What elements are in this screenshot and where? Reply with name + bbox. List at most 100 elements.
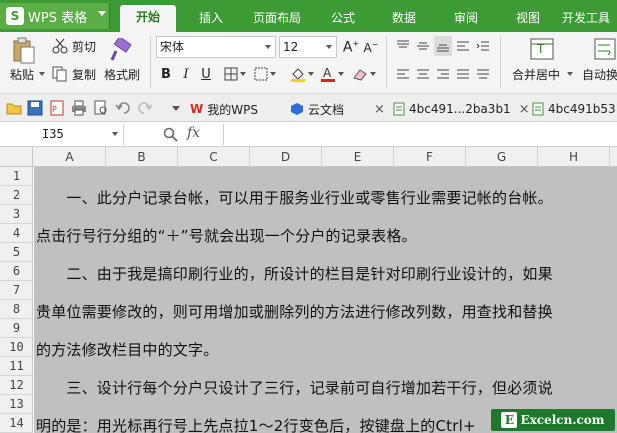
cell-style-button[interactable] xyxy=(252,64,278,84)
row-header[interactable]: 13 xyxy=(0,395,33,414)
chevron-down-icon[interactable] xyxy=(39,72,45,76)
row-header[interactable]: 1 xyxy=(0,167,33,186)
decrease-font-button[interactable]: A− xyxy=(362,37,380,57)
doc-tab-file-1[interactable]: 4bc491...2ba3b1 × xyxy=(393,97,530,121)
column-header[interactable]: C xyxy=(178,147,250,167)
distributed-button[interactable] xyxy=(474,64,492,84)
tab-view[interactable]: 视图 xyxy=(502,8,554,32)
print-icon[interactable] xyxy=(71,100,87,116)
print-preview-icon[interactable] xyxy=(93,100,109,116)
merged-text-cell[interactable]: 一、此分户记录台帐，可以用于服务业行业或零售行业需要记帐的台帐。 点击行号行分组… xyxy=(34,167,617,433)
row-header[interactable]: 6 xyxy=(0,262,33,281)
column-header[interactable]: G xyxy=(466,147,538,167)
tab-developer[interactable]: 开发工具 xyxy=(562,8,617,32)
text-line: 贵单位需要修改的，则可用增加或删除列的方法进行修改列数，用查找和替换 xyxy=(36,303,553,321)
row-header[interactable]: 10 xyxy=(0,338,33,357)
insert-function-button[interactable]: fx xyxy=(187,125,200,141)
paste-button[interactable] xyxy=(8,36,40,66)
wrap-text-button[interactable] xyxy=(592,36,617,62)
orientation-icon xyxy=(457,41,469,51)
clear-format-button[interactable] xyxy=(350,64,378,84)
row-header[interactable]: 14 xyxy=(0,414,33,433)
row-header[interactable]: 12 xyxy=(0,376,33,395)
select-all-corner[interactable] xyxy=(0,147,33,167)
italic-button[interactable]: I xyxy=(178,64,194,84)
borders-icon xyxy=(224,67,238,81)
row-header[interactable]: 8 xyxy=(0,300,33,319)
orientation-button[interactable] xyxy=(454,36,472,56)
scissors-icon xyxy=(52,38,68,54)
cut-button[interactable]: 剪切 xyxy=(52,36,100,56)
row-header[interactable]: 4 xyxy=(0,224,33,243)
tab-formulas[interactable]: 公式 xyxy=(318,8,368,32)
svg-text:A: A xyxy=(323,66,332,80)
column-header[interactable]: E xyxy=(322,147,394,167)
format-painter-button[interactable] xyxy=(106,36,136,64)
align-middle-button[interactable] xyxy=(414,36,432,56)
chevron-down-icon xyxy=(98,11,106,16)
app-menu-button[interactable]: S WPS 表格 xyxy=(0,3,110,29)
divider xyxy=(500,36,501,88)
tab-insert[interactable]: 插入 xyxy=(186,8,236,32)
column-header[interactable]: H xyxy=(538,147,610,167)
spreadsheet-grid: A B C D E F G H 1 2 3 4 5 6 7 8 9 10 11 … xyxy=(0,147,617,433)
tab-review[interactable]: 审阅 xyxy=(440,8,492,32)
doc-tab-file-2[interactable]: 4bc491b531 xyxy=(532,97,617,121)
customize-quick-access-icon[interactable] xyxy=(172,106,180,111)
underline-button[interactable]: U xyxy=(198,64,214,84)
row-header[interactable]: 3 xyxy=(0,205,33,224)
tab-data[interactable]: 数据 xyxy=(378,8,430,32)
column-header[interactable]: A xyxy=(34,147,106,167)
column-header[interactable]: B xyxy=(106,147,178,167)
borders-button[interactable] xyxy=(222,64,248,84)
indent-button[interactable] xyxy=(474,36,492,56)
align-top-button[interactable] xyxy=(394,36,412,56)
open-folder-icon[interactable] xyxy=(6,100,22,116)
zoom-search-icon[interactable] xyxy=(163,127,179,143)
chevron-down-icon xyxy=(270,72,276,76)
row-header[interactable]: 2 xyxy=(0,186,33,205)
divider xyxy=(150,36,151,88)
export-pdf-icon[interactable]: P xyxy=(49,100,65,116)
align-bottom-button[interactable] xyxy=(434,36,452,56)
copy-button[interactable]: 复制 xyxy=(52,64,100,84)
name-box[interactable]: I35 xyxy=(0,124,124,145)
formula-input[interactable] xyxy=(223,124,617,145)
font-name-select[interactable]: 宋体 xyxy=(156,36,276,58)
doc-tab-label: 云文档 xyxy=(308,102,345,117)
chevron-down-icon[interactable] xyxy=(567,72,573,76)
align-left-button[interactable] xyxy=(394,64,412,84)
undo-icon[interactable] xyxy=(115,100,131,116)
close-icon[interactable]: × xyxy=(519,102,530,117)
chevron-down-icon xyxy=(240,72,246,76)
doc-tab-cloud-docs[interactable]: 云文档 × xyxy=(290,97,385,121)
merge-center-button[interactable]: T xyxy=(526,36,558,62)
cut-label: 剪切 xyxy=(72,39,97,54)
font-size-select[interactable]: 12 xyxy=(279,36,337,58)
chevron-down-icon xyxy=(308,72,314,76)
align-right-button[interactable] xyxy=(434,64,452,84)
row-header[interactable]: 9 xyxy=(0,319,33,338)
align-right-icon xyxy=(437,69,449,79)
row-header[interactable]: 11 xyxy=(0,357,33,376)
close-icon[interactable]: × xyxy=(374,102,385,117)
justify-button[interactable] xyxy=(454,64,472,84)
font-color-icon: A xyxy=(321,66,335,82)
eraser-icon xyxy=(353,69,367,81)
align-center-button[interactable] xyxy=(414,64,432,84)
tab-page-layout[interactable]: 页面布局 xyxy=(246,8,308,32)
column-header[interactable]: F xyxy=(394,147,466,167)
font-color-button[interactable]: A xyxy=(318,64,346,84)
site-watermark: E Excelcn.com xyxy=(491,409,615,431)
column-header[interactable]: D xyxy=(250,147,322,167)
row-header[interactable]: 7 xyxy=(0,281,33,300)
increase-font-button[interactable]: A+ xyxy=(342,37,360,57)
doc-tab-my-wps[interactable]: W 我的WPS xyxy=(190,97,258,121)
fill-color-button[interactable] xyxy=(288,64,316,84)
tab-home[interactable]: 开始 xyxy=(120,5,176,32)
bold-button[interactable]: B xyxy=(158,64,174,84)
redo-icon[interactable] xyxy=(137,100,153,116)
row-header[interactable]: 5 xyxy=(0,243,33,262)
copy-icon xyxy=(52,66,67,82)
save-icon[interactable] xyxy=(27,100,43,116)
